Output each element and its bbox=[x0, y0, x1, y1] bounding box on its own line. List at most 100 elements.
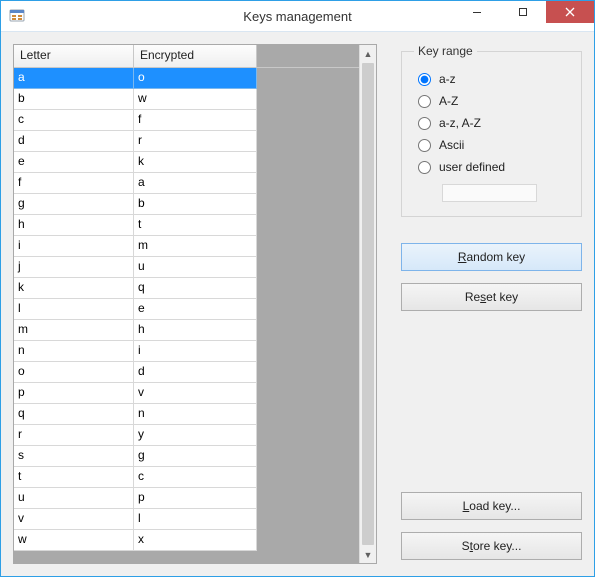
cell-letter[interactable]: p bbox=[14, 383, 134, 404]
cell-letter[interactable]: e bbox=[14, 152, 134, 173]
table-row[interactable]: pv bbox=[14, 383, 359, 404]
cell-letter[interactable]: b bbox=[14, 89, 134, 110]
radio-ascii[interactable]: Ascii bbox=[418, 138, 569, 152]
cell-letter[interactable]: q bbox=[14, 404, 134, 425]
table-row[interactable]: ao bbox=[14, 68, 359, 89]
key-range-group: Key range a-z A-Z a-z, A-Z Ascii bbox=[401, 44, 582, 217]
cell-letter[interactable]: o bbox=[14, 362, 134, 383]
cell-encrypted[interactable]: u bbox=[134, 257, 257, 278]
table-row[interactable]: ju bbox=[14, 257, 359, 278]
cell-letter[interactable]: h bbox=[14, 215, 134, 236]
cell-encrypted[interactable]: n bbox=[134, 404, 257, 425]
cell-letter[interactable]: n bbox=[14, 341, 134, 362]
table-row[interactable]: gb bbox=[14, 194, 359, 215]
cell-encrypted[interactable]: q bbox=[134, 278, 257, 299]
cell-encrypted[interactable]: w bbox=[134, 89, 257, 110]
cell-letter[interactable]: l bbox=[14, 299, 134, 320]
table-row[interactable]: fa bbox=[14, 173, 359, 194]
table-row[interactable]: le bbox=[14, 299, 359, 320]
table-row[interactable]: ry bbox=[14, 425, 359, 446]
load-key-button[interactable]: Load key... bbox=[401, 492, 582, 520]
cell-encrypted[interactable]: y bbox=[134, 425, 257, 446]
cell-encrypted[interactable]: x bbox=[134, 530, 257, 551]
cell-encrypted[interactable]: f bbox=[134, 110, 257, 131]
table-row[interactable]: kq bbox=[14, 278, 359, 299]
cell-encrypted[interactable]: m bbox=[134, 236, 257, 257]
cell-letter[interactable]: i bbox=[14, 236, 134, 257]
table-row[interactable]: dr bbox=[14, 131, 359, 152]
client-area: Letter Encrypted aobwcfdrekfagbhtimjukql… bbox=[1, 32, 594, 576]
minimize-button[interactable] bbox=[454, 1, 500, 23]
cell-encrypted[interactable]: c bbox=[134, 467, 257, 488]
cell-encrypted[interactable]: v bbox=[134, 383, 257, 404]
store-key-button[interactable]: Store key... bbox=[401, 532, 582, 560]
table-row[interactable]: vl bbox=[14, 509, 359, 530]
random-key-button[interactable]: Random key bbox=[401, 243, 582, 271]
cell-encrypted[interactable]: a bbox=[134, 173, 257, 194]
cell-letter[interactable]: v bbox=[14, 509, 134, 530]
table-row[interactable]: mh bbox=[14, 320, 359, 341]
cell-letter[interactable]: f bbox=[14, 173, 134, 194]
table-row[interactable]: qn bbox=[14, 404, 359, 425]
table-row[interactable]: cf bbox=[14, 110, 359, 131]
reset-key-button[interactable]: Reset key bbox=[401, 283, 582, 311]
cell-letter[interactable]: u bbox=[14, 488, 134, 509]
cell-encrypted[interactable]: i bbox=[134, 341, 257, 362]
table-row[interactable]: od bbox=[14, 362, 359, 383]
cell-encrypted[interactable]: l bbox=[134, 509, 257, 530]
radio-azAZ-input[interactable] bbox=[418, 117, 431, 130]
table-row[interactable]: tc bbox=[14, 467, 359, 488]
cell-letter[interactable]: t bbox=[14, 467, 134, 488]
cell-letter[interactable]: k bbox=[14, 278, 134, 299]
scroll-thumb[interactable] bbox=[362, 63, 374, 545]
cell-encrypted[interactable]: t bbox=[134, 215, 257, 236]
table-row[interactable]: ni bbox=[14, 341, 359, 362]
table-row[interactable]: sg bbox=[14, 446, 359, 467]
table-row[interactable]: ht bbox=[14, 215, 359, 236]
radio-az[interactable]: a-z bbox=[418, 72, 569, 86]
scroll-down-arrow[interactable]: ▼ bbox=[360, 546, 376, 563]
cell-letter[interactable]: w bbox=[14, 530, 134, 551]
close-button[interactable] bbox=[546, 1, 594, 23]
cell-encrypted[interactable]: g bbox=[134, 446, 257, 467]
cell-letter[interactable]: g bbox=[14, 194, 134, 215]
table-row[interactable]: up bbox=[14, 488, 359, 509]
table-row[interactable]: bw bbox=[14, 89, 359, 110]
options-panel: Key range a-z A-Z a-z, A-Z Ascii bbox=[401, 44, 582, 564]
cell-letter[interactable]: s bbox=[14, 446, 134, 467]
radio-azAZ[interactable]: a-z, A-Z bbox=[418, 116, 569, 130]
cell-encrypted[interactable]: p bbox=[134, 488, 257, 509]
keys-grid[interactable]: Letter Encrypted aobwcfdrekfagbhtimjukql… bbox=[13, 44, 377, 564]
cell-letter[interactable]: c bbox=[14, 110, 134, 131]
radio-ascii-input[interactable] bbox=[418, 139, 431, 152]
cell-letter[interactable]: d bbox=[14, 131, 134, 152]
radio-az-input[interactable] bbox=[418, 73, 431, 86]
cell-letter[interactable]: j bbox=[14, 257, 134, 278]
cell-encrypted[interactable]: b bbox=[134, 194, 257, 215]
cell-encrypted[interactable]: h bbox=[134, 320, 257, 341]
cell-encrypted[interactable]: o bbox=[134, 68, 257, 89]
radio-user-defined-input[interactable] bbox=[418, 161, 431, 174]
cell-encrypted[interactable]: k bbox=[134, 152, 257, 173]
radio-AZ-input[interactable] bbox=[418, 95, 431, 108]
scroll-up-arrow[interactable]: ▲ bbox=[360, 45, 376, 62]
cell-letter[interactable]: r bbox=[14, 425, 134, 446]
cell-encrypted[interactable]: e bbox=[134, 299, 257, 320]
radio-AZ[interactable]: A-Z bbox=[418, 94, 569, 108]
column-header-letter[interactable]: Letter bbox=[14, 45, 134, 67]
table-row[interactable]: wx bbox=[14, 530, 359, 551]
column-header-encrypted[interactable]: Encrypted bbox=[134, 45, 257, 67]
radio-azAZ-label: a-z, A-Z bbox=[439, 116, 481, 130]
cell-letter[interactable]: m bbox=[14, 320, 134, 341]
key-range-legend: Key range bbox=[414, 44, 477, 58]
maximize-button[interactable] bbox=[500, 1, 546, 23]
table-row[interactable]: im bbox=[14, 236, 359, 257]
radio-user-defined[interactable]: user defined bbox=[418, 160, 569, 174]
cell-encrypted[interactable]: r bbox=[134, 131, 257, 152]
table-row[interactable]: ek bbox=[14, 152, 359, 173]
title-bar: Keys management bbox=[1, 1, 594, 32]
cell-encrypted[interactable]: d bbox=[134, 362, 257, 383]
cell-letter[interactable]: a bbox=[14, 68, 134, 89]
vertical-scrollbar[interactable]: ▲ ▼ bbox=[359, 45, 376, 563]
user-defined-field[interactable] bbox=[442, 184, 537, 202]
